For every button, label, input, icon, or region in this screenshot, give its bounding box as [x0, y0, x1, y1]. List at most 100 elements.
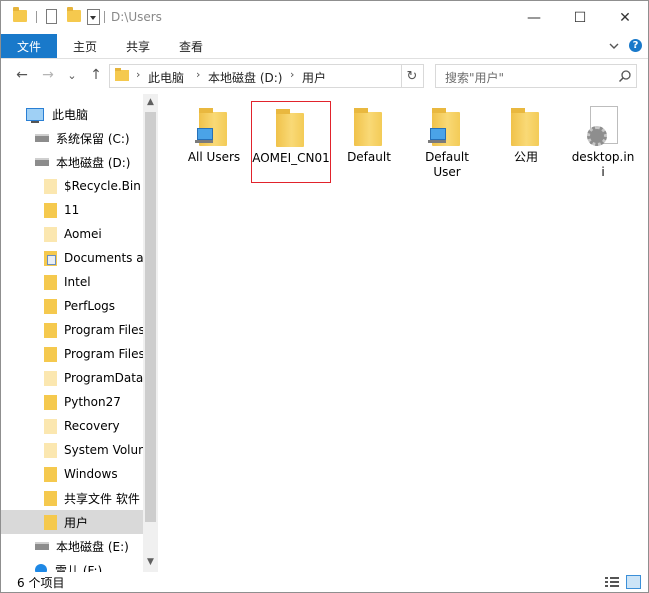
file-item-default[interactable]: Default [330, 101, 408, 181]
folder-icon [44, 298, 57, 314]
tab-home[interactable]: 主页 [73, 34, 97, 58]
tree-item-label: 共享文件 软件 [64, 491, 140, 506]
search-input[interactable]: 搜索"用户" [445, 69, 504, 86]
breadcrumb-users[interactable]: 用户 [302, 69, 326, 86]
up-button[interactable]: ↑ [88, 67, 104, 83]
navigation-scrollbar[interactable]: ▲ ▼ [143, 94, 158, 572]
breadcrumb-this-pc[interactable]: 此电脑 [148, 69, 184, 86]
tree-item-system-volume[interactable]: System Volun [1, 438, 158, 462]
tree-item-documents[interactable]: Documents ar [1, 246, 158, 270]
documents-icon [44, 250, 57, 266]
tree-item-label: Intel [64, 275, 91, 289]
chevron-right-icon[interactable]: › [136, 68, 140, 81]
breadcrumb-drive-d[interactable]: 本地磁盘 (D:) [208, 69, 282, 86]
chevron-right-icon[interactable]: › [196, 68, 200, 81]
maximize-button[interactable]: ☐ [557, 1, 603, 34]
folder-icon [44, 274, 57, 290]
new-folder-icon[interactable] [67, 7, 81, 22]
folder-icon [44, 394, 57, 410]
tree-item-label: ProgramData [64, 371, 144, 385]
title-bar: D:\Users — ☐ ✕ [1, 1, 648, 34]
tree-item-program-files[interactable]: Program Files [1, 318, 158, 342]
file-item-label: 公用 [513, 150, 538, 164]
expand-ribbon-icon[interactable] [609, 41, 619, 51]
tree-item-label: Program Files [64, 347, 145, 361]
tab-view[interactable]: 查看 [179, 34, 203, 58]
tree-item-label: Documents ar [64, 251, 149, 265]
tree-item-program-files-x86[interactable]: Program Files [1, 342, 158, 366]
tree-item-perflogs[interactable]: PerfLogs [1, 294, 158, 318]
folder-icon [44, 202, 57, 218]
tree-item-aomei[interactable]: Aomei [1, 222, 158, 246]
forward-button[interactable]: → [40, 67, 56, 83]
folder-icon [44, 370, 57, 386]
back-button[interactable]: ← [14, 67, 30, 83]
tree-item-label: 雲儿 (F:) [55, 563, 103, 573]
explorer-window: D:\Users — ☐ ✕ 文件 主页 共享 查看 ? ← → ⌄ ↑ › 此… [0, 0, 649, 593]
search-icon[interactable] [618, 69, 632, 83]
tree-item-windows[interactable]: Windows [1, 462, 158, 486]
scroll-up-icon[interactable]: ▲ [143, 94, 158, 110]
file-item-label: Default [347, 150, 391, 164]
tree-item-11[interactable]: 11 [1, 198, 158, 222]
search-box[interactable]: 搜索"用户" [435, 64, 637, 88]
tree-item-python27[interactable]: Python27 [1, 390, 158, 414]
network-folder-icon [428, 106, 466, 148]
drive-icon [35, 542, 49, 550]
tree-item-drive-e[interactable]: 本地磁盘 (E:) [1, 534, 158, 558]
tree-item-label: System Volun [64, 443, 146, 457]
file-item-default-user[interactable]: Default User [408, 101, 486, 181]
file-item-aomei-cn01[interactable]: AOMEI_CN01 [251, 101, 331, 183]
details-view-icon[interactable] [605, 576, 619, 588]
help-icon[interactable]: ? [629, 39, 642, 52]
tab-share[interactable]: 共享 [126, 34, 150, 58]
tree-item-label: Program Files [64, 323, 145, 337]
address-bar[interactable]: › 此电脑 › 本地磁盘 (D:) › 用户 [109, 64, 499, 88]
properties-icon[interactable] [46, 9, 57, 24]
file-item-public[interactable]: 公用 [487, 101, 565, 181]
tree-item-recycle-bin[interactable]: $Recycle.Bin [1, 174, 158, 198]
settings-file-icon [584, 106, 622, 148]
folder-icon [44, 514, 57, 530]
file-item-all-users[interactable]: All Users [175, 101, 253, 181]
tree-item-users[interactable]: 用户 [1, 510, 158, 534]
folder-icon [44, 466, 57, 482]
tree-item-programdata[interactable]: ProgramData [1, 366, 158, 390]
tab-file[interactable]: 文件 [1, 34, 57, 58]
customize-toolbar-button[interactable] [87, 9, 100, 25]
refresh-button[interactable]: ↻ [401, 64, 424, 88]
tree-item-this-pc[interactable]: 此电脑 [1, 102, 158, 126]
tree-item-intel[interactable]: Intel [1, 270, 158, 294]
tree-item-drive-c[interactable]: 系统保留 (C:) [1, 126, 158, 150]
scrollbar-thumb[interactable] [145, 112, 156, 522]
recent-locations-button[interactable]: ⌄ [64, 67, 80, 83]
file-list: All Users AOMEI_CN01 Default Default Use… [161, 94, 648, 572]
tree-item-label: 本地磁盘 (E:) [56, 539, 129, 554]
folder-icon [507, 106, 545, 148]
window-title: D:\Users [111, 10, 162, 24]
file-item-desktop-ini[interactable]: desktop.ini [564, 101, 642, 181]
ribbon-tabs: 文件 主页 共享 查看 ? [1, 34, 648, 59]
folder-icon [115, 68, 129, 81]
drive-icon [35, 134, 49, 142]
navigation-pane: 此电脑 系统保留 (C:) 本地磁盘 (D:) $Recycle.Bin 11 … [1, 94, 158, 572]
tree-item-label: PerfLogs [64, 299, 116, 313]
tree-item-label: 11 [64, 203, 80, 217]
large-icons-view-icon[interactable] [626, 575, 641, 589]
file-item-label: Default User [425, 150, 469, 179]
tree-item-shared-software[interactable]: 共享文件 软件 [1, 486, 158, 510]
tree-item-drive-f[interactable]: 雲儿 (F:) [1, 558, 158, 572]
chevron-right-icon[interactable]: › [290, 68, 294, 81]
tree-item-drive-d[interactable]: 本地磁盘 (D:) [1, 150, 158, 174]
close-button[interactable]: ✕ [602, 1, 648, 34]
folder-icon [44, 226, 57, 242]
file-item-label: desktop.ini [571, 150, 635, 179]
minimize-button[interactable]: — [511, 1, 557, 34]
item-count: 6 个项目 [17, 576, 65, 590]
tree-item-label: 系统保留 (C:) [56, 131, 130, 146]
folder-icon [44, 322, 57, 338]
scroll-down-icon[interactable]: ▼ [143, 554, 158, 570]
tree-item-recovery[interactable]: Recovery [1, 414, 158, 438]
tree-item-label: Python27 [64, 395, 121, 409]
folder-icon [44, 346, 57, 362]
